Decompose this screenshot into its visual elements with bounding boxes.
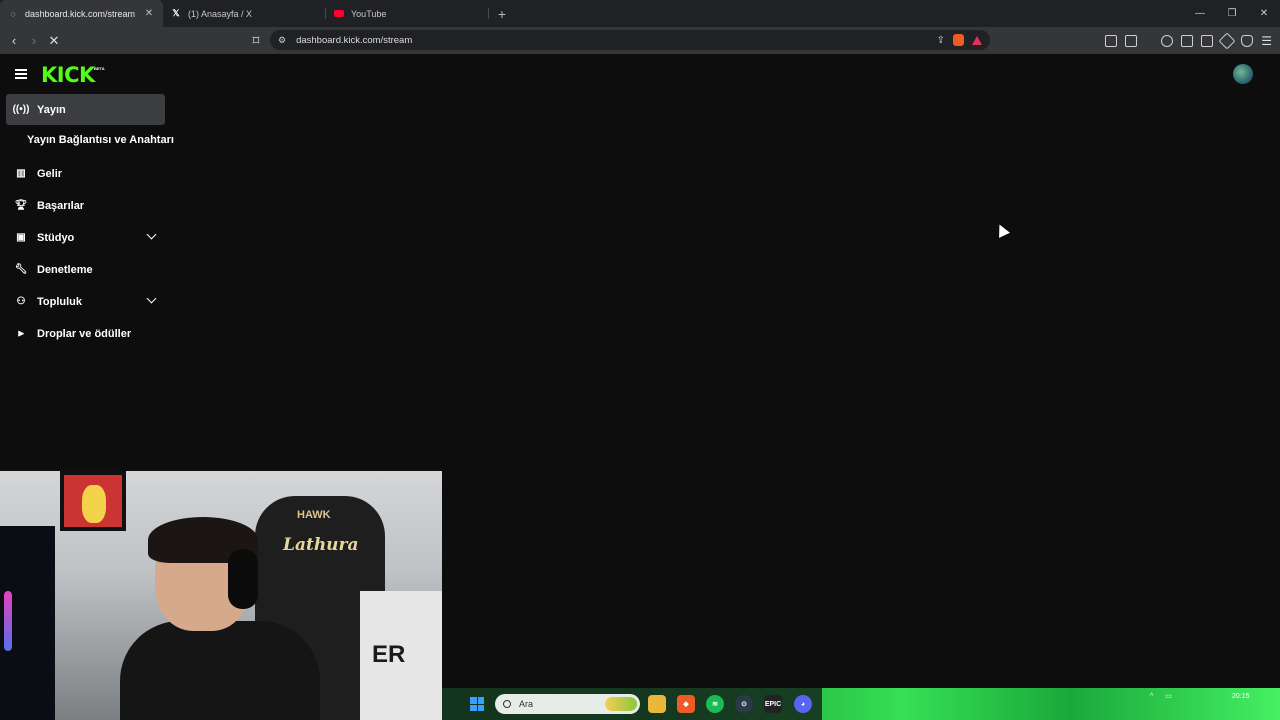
streamer-body [120, 621, 320, 720]
address-bar[interactable]: ⚙ dashboard.kick.com/stream ⇪ [270, 30, 990, 50]
leo-ai-icon[interactable] [1218, 32, 1236, 49]
epic-label: EPIC [764, 700, 782, 708]
sidebar-item-studyo[interactable]: ▣ Stüdyo [6, 222, 165, 253]
forward-button[interactable]: › [24, 31, 44, 51]
search-icon [503, 700, 511, 708]
sidebar-item-label: Gelir [37, 167, 63, 180]
sidebar-subitem-stream-key[interactable]: Yayın Bağlantısı ve Anahtarı [27, 134, 174, 146]
file-explorer-icon[interactable] [648, 695, 666, 713]
chevron-down-icon[interactable] [146, 229, 157, 240]
community-icon: ⚇ [16, 296, 26, 307]
epic-games-icon[interactable]: EPIC [764, 695, 782, 713]
url-text: dashboard.kick.com/stream [296, 34, 413, 46]
tab-youtube[interactable]: YouTube [326, 0, 489, 27]
tab-separator [488, 8, 489, 19]
search-highlight-icon [605, 697, 637, 711]
back-button[interactable]: ‹ [4, 31, 24, 51]
broadcast-icon: ((•)) [12, 104, 30, 115]
kick-logo[interactable]: KICK [41, 63, 95, 87]
wrench-icon: 🔧︎ [14, 264, 28, 275]
tab-search-icon[interactable] [1125, 34, 1138, 47]
menu-icon[interactable]: ☰ [1261, 34, 1272, 48]
tab-dashboard[interactable]: ◌ dashboard.kick.com/stream ✕ [0, 0, 163, 27]
chair-brand: HAWK [297, 509, 331, 521]
shirt-print: ER [372, 641, 406, 668]
sidebar-item-yayin[interactable]: ((•)) Yayın [6, 94, 165, 125]
window-close-button[interactable]: ✕ [1248, 0, 1280, 27]
webcam-overlay: HAWK Lathura ER [0, 471, 442, 720]
windows-start-icon[interactable] [470, 697, 484, 711]
taskbar-search[interactable]: Ara [495, 694, 640, 714]
sidebar-item-label: Başarılar [37, 199, 85, 212]
bookmark-icon[interactable]: ⌑ [246, 31, 266, 51]
headset [228, 549, 258, 609]
hamburger-icon[interactable] [15, 69, 27, 79]
site-settings-icon[interactable]: ⚙ [278, 35, 286, 46]
sidebar-icon[interactable] [1181, 34, 1194, 47]
studio-icon: ▣ [16, 232, 26, 243]
sidebar-item-basarilar[interactable]: 🏆︎ Başarılar [6, 190, 165, 221]
wall-painting [60, 471, 126, 531]
steam-icon[interactable]: ⊙ [735, 695, 753, 713]
sidebar-item-label: Droplar ve ödüller [37, 327, 132, 340]
youtube-icon [334, 9, 344, 19]
browser-tabstrip: ◌ dashboard.kick.com/stream ✕ 𝕏 (1) Anas… [0, 0, 1280, 27]
chevron-down-icon[interactable] [146, 293, 157, 304]
search-placeholder: Ara [519, 699, 534, 709]
tray-chevron-icon[interactable]: ^ [1150, 693, 1153, 700]
revenue-chart-icon: ▥ [16, 168, 26, 179]
drops-icon: ⫸ [18, 328, 24, 339]
brave-icon[interactable]: ◆ [677, 695, 695, 713]
tab-title: (1) Anasayfa / X [188, 8, 253, 19]
sidebar-item-label: Denetleme [37, 263, 93, 276]
discord-icon[interactable]: ◕ [794, 695, 812, 713]
clock-time: 20:15 [1232, 693, 1250, 700]
media-icon[interactable] [1161, 34, 1174, 47]
avatar[interactable] [1233, 64, 1253, 84]
taskbar-clock[interactable]: 20:15 [1232, 692, 1250, 701]
extensions-icon[interactable] [1105, 34, 1118, 47]
brave-rewards-icon[interactable] [972, 35, 982, 45]
wallet-icon[interactable] [1201, 34, 1214, 47]
mouse-cursor-icon [994, 221, 1010, 238]
sidebar-item-label: Stüdyo [37, 231, 75, 244]
brave-shields-icon[interactable] [953, 34, 964, 46]
beta-badge: BETA [94, 66, 105, 71]
close-icon[interactable]: ✕ [143, 8, 155, 19]
sidebar-item-topluluk[interactable]: ⚇ Topluluk [6, 286, 165, 317]
tab-title: dashboard.kick.com/stream [25, 8, 136, 19]
share-icon[interactable]: ⇪ [937, 35, 945, 46]
rgb-light [4, 591, 12, 651]
tray-network-icon[interactable]: ▭ [1165, 692, 1172, 700]
restore-button[interactable]: ❐ [1216, 0, 1248, 27]
vpn-icon[interactable] [1241, 34, 1254, 47]
sidebar-item-label: Yayın [37, 103, 66, 116]
sidebar-item-denetleme[interactable]: 🔧︎ Denetleme [6, 254, 165, 285]
new-tab-button[interactable]: + [491, 6, 513, 22]
system-tray: ^ ▭ [1150, 692, 1172, 701]
trophy-icon: 🏆︎ [14, 200, 28, 211]
minimize-button[interactable]: — [1184, 0, 1216, 27]
screen: ◌ dashboard.kick.com/stream ✕ 𝕏 (1) Anas… [0, 0, 1280, 720]
streamer [120, 517, 320, 720]
window-controls: — ❐ ✕ [1184, 0, 1280, 27]
spotify-icon[interactable]: ≋ [706, 695, 724, 713]
tab-x[interactable]: 𝕏 (1) Anasayfa / X [163, 0, 326, 27]
sidebar-item-droplar[interactable]: ⫸ Droplar ve ödüller [6, 318, 165, 349]
sidebar-item-label: Topluluk [37, 295, 83, 308]
x-logo-icon: 𝕏 [172, 8, 180, 18]
sidebar-item-gelir[interactable]: ▥ Gelir [6, 158, 165, 189]
stop-loading-button[interactable]: ✕ [44, 31, 64, 51]
loading-icon: ◌ [10, 8, 16, 19]
toolbar-actions: ☰ [1105, 27, 1272, 54]
tab-title: YouTube [351, 8, 387, 19]
